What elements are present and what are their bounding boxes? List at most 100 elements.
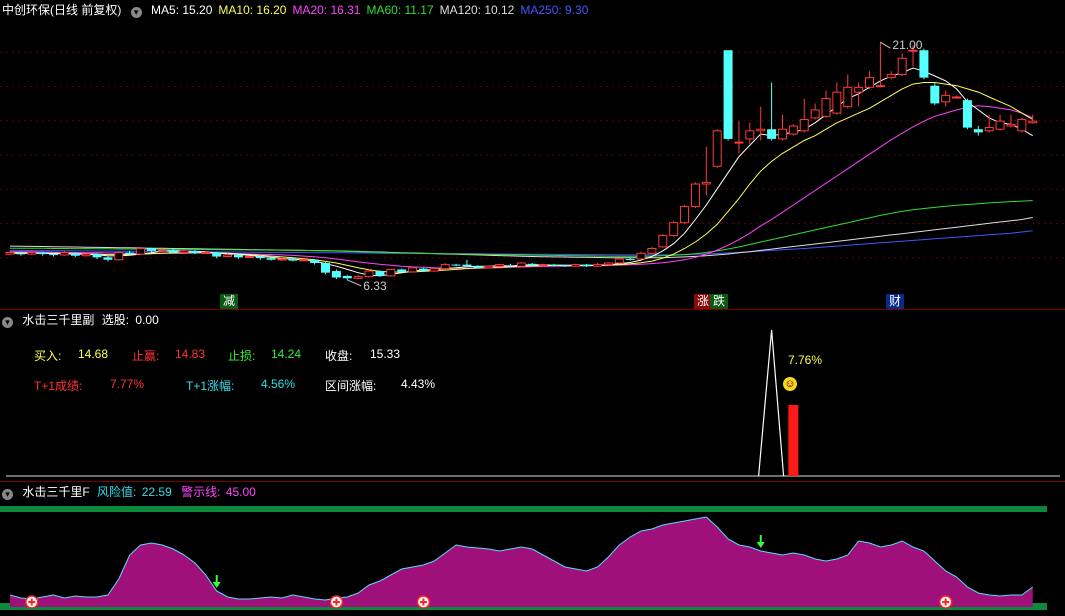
candle-body — [331, 271, 341, 278]
candle-body — [38, 252, 48, 255]
candle-body — [549, 264, 559, 266]
candle — [636, 251, 646, 260]
chevron-down-icon[interactable]: ▾ — [2, 489, 13, 500]
candle — [103, 256, 113, 262]
ma10-line — [9, 82, 1033, 273]
candle-body — [16, 253, 26, 255]
candle — [680, 204, 690, 225]
candle-body — [723, 50, 733, 139]
fall-flag[interactable]: 跌 — [710, 294, 729, 309]
peak-percent-label: 7.76% — [788, 353, 823, 367]
candle — [941, 90, 951, 107]
reduce-flag[interactable]: 减 — [220, 294, 239, 309]
candle — [614, 258, 624, 264]
candle-body — [799, 119, 809, 132]
candle-body — [440, 264, 450, 270]
candle — [734, 121, 744, 154]
candle — [212, 251, 222, 259]
buy-label: 买入: — [34, 349, 62, 363]
candle — [321, 262, 331, 275]
candle — [353, 275, 363, 279]
candle-body — [364, 270, 374, 278]
candle — [756, 106, 766, 141]
candle-body — [375, 271, 385, 276]
candle — [81, 253, 91, 257]
candle-body — [81, 253, 91, 257]
candle — [712, 129, 722, 168]
candle — [136, 246, 146, 255]
candle-body — [701, 181, 711, 185]
candle — [538, 263, 548, 267]
candle — [571, 263, 581, 268]
candle — [669, 221, 679, 237]
candle-body — [984, 127, 994, 132]
candle-body — [1017, 119, 1027, 132]
candle-body — [5, 252, 15, 255]
candle-body — [70, 253, 80, 256]
sub-indicator-chart[interactable] — [0, 310, 1065, 482]
candle — [451, 263, 461, 267]
risk-legend: ▾ 水击三千里F 风险值: 22.59 警示线: 45.00 — [2, 484, 262, 500]
candle-body — [571, 264, 581, 267]
candle — [886, 71, 896, 80]
signal-spike-line — [758, 329, 785, 477]
candle-body — [495, 264, 505, 267]
candle — [1028, 114, 1038, 124]
candle-body — [125, 252, 135, 255]
candle-body — [321, 262, 331, 273]
low-pointer — [347, 279, 362, 287]
range-label: 区间涨幅: — [325, 379, 377, 393]
candle — [832, 82, 842, 115]
candle-body — [342, 275, 352, 279]
candle — [277, 258, 287, 261]
candle — [723, 50, 733, 141]
candle — [843, 74, 853, 109]
candle-body — [1028, 120, 1038, 124]
candle-body — [952, 96, 962, 99]
close-label: 收盘: — [325, 349, 353, 363]
candle-body — [745, 130, 755, 140]
warn-label: 警示线: — [181, 485, 221, 499]
finance-flag[interactable]: 财 — [886, 294, 905, 309]
candle — [484, 265, 494, 269]
risk-title[interactable]: 水击三千里F — [22, 485, 89, 499]
candle-body — [658, 235, 668, 248]
candle — [310, 259, 320, 265]
candle-body — [603, 262, 613, 266]
candle — [342, 275, 352, 280]
candle — [897, 53, 907, 77]
candle-body — [136, 247, 146, 255]
smile-icon: ☺ — [783, 377, 797, 391]
candle — [593, 262, 603, 268]
select-label: 选股: — [101, 313, 130, 327]
candle-body — [146, 248, 156, 251]
candle-body — [756, 128, 766, 132]
candle-body — [418, 268, 428, 272]
t1-result-label: T+1成绩: — [34, 379, 83, 393]
candle — [331, 269, 341, 280]
candle-body — [886, 73, 896, 79]
candle-body — [473, 266, 483, 268]
candle-body — [114, 252, 124, 261]
candle — [1017, 117, 1027, 133]
candle-body — [451, 264, 461, 266]
ma20-line — [10, 105, 1033, 269]
profit-label: 止赢: — [132, 349, 160, 363]
high-pointer — [880, 41, 891, 49]
candle-body — [777, 128, 787, 140]
candle-body — [625, 258, 635, 260]
candle-body — [810, 109, 820, 119]
candle-body — [397, 269, 407, 272]
sub-title[interactable]: 水击三千里副 — [22, 313, 94, 327]
candle — [375, 270, 385, 277]
candle — [516, 262, 526, 268]
sub-indicator-panel: ▾ 水击三千里副 选股: 0.00 买入: 14.68 止赢: 14.83 止损… — [0, 309, 1065, 482]
candle — [952, 95, 962, 99]
candle — [875, 42, 885, 88]
candle — [745, 122, 755, 144]
candle — [799, 98, 809, 133]
risk-area-chart[interactable] — [0, 482, 1065, 616]
candle — [767, 82, 777, 141]
candle — [92, 253, 102, 259]
chevron-down-icon[interactable]: ▾ — [2, 317, 13, 328]
